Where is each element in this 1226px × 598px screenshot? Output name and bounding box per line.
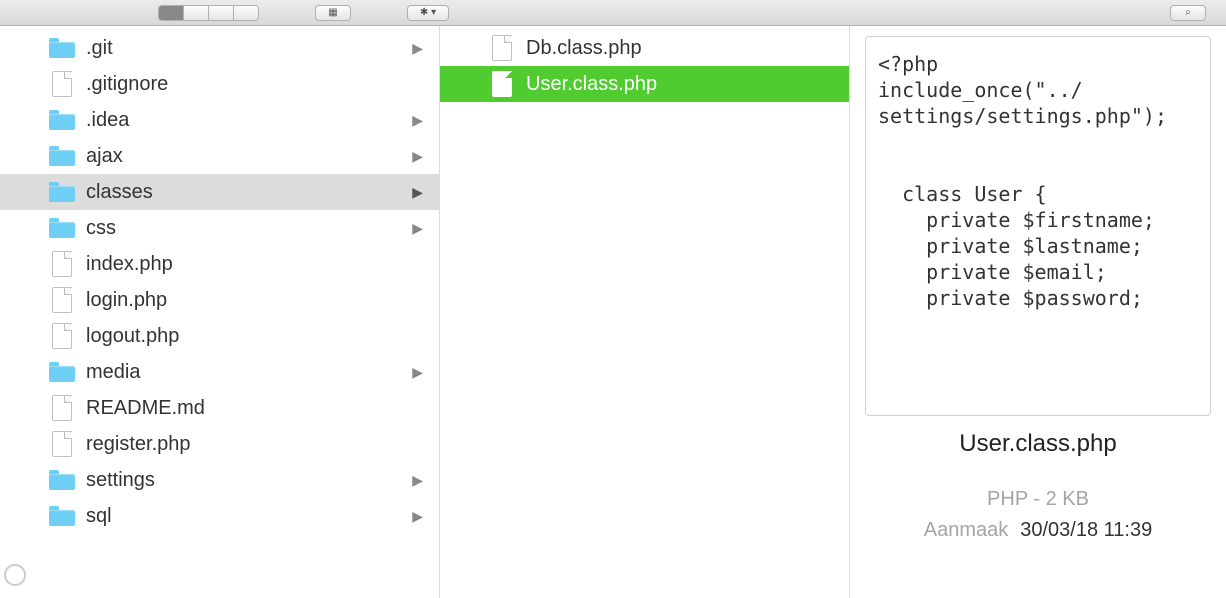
main-area: .git ▶ .gitignore .idea ▶ ajax ▶ classes ▶ css ▶ in… (0, 26, 1226, 598)
view-icons-btn[interactable] (209, 6, 233, 20)
list-item[interactable]: login.php (0, 282, 439, 318)
item-label: ajax (86, 145, 123, 168)
folder-icon (49, 182, 75, 202)
list-item[interactable]: .gitignore (0, 66, 439, 102)
file-icon (492, 71, 512, 97)
list-item[interactable]: media ▶ (0, 354, 439, 390)
file-icon (52, 251, 72, 277)
gear-icon: ✱ ▾ (420, 7, 436, 18)
item-label: register.php (86, 433, 191, 456)
item-label: Db.class.php (526, 37, 642, 60)
file-icon (492, 35, 512, 61)
list-item[interactable]: Db.class.php (440, 30, 849, 66)
folder-icon (49, 38, 75, 58)
item-label: settings (86, 469, 155, 492)
list-item[interactable]: index.php (0, 246, 439, 282)
folder-icon (49, 110, 75, 130)
toolbar: ▦ ✱ ▾ ⌕ (0, 0, 1226, 26)
view-list-btn[interactable] (184, 6, 208, 20)
grid-segment: ▦ (315, 5, 351, 21)
search-segment: ⌕ (1170, 5, 1206, 21)
item-label: login.php (86, 289, 167, 312)
list-item[interactable]: sql ▶ (0, 498, 439, 534)
item-label: index.php (86, 253, 173, 276)
chevron-right-icon: ▶ (412, 184, 423, 201)
list-item[interactable]: logout.php (0, 318, 439, 354)
list-item[interactable]: classes ▶ (0, 174, 439, 210)
grid-icon: ▦ (328, 7, 337, 18)
action-segment: ✱ ▾ (407, 5, 449, 21)
list-item[interactable]: README.md (0, 390, 439, 426)
search-btn[interactable]: ⌕ (1171, 6, 1205, 20)
preview-date-label: Aanmaak (924, 519, 1009, 542)
chevron-right-icon: ▶ (412, 364, 423, 381)
list-item[interactable]: css ▶ (0, 210, 439, 246)
list-item[interactable]: User.class.php (440, 66, 849, 102)
item-label: User.class.php (526, 73, 657, 96)
file-icon (52, 71, 72, 97)
chevron-right-icon: ▶ (412, 472, 423, 489)
file-icon (52, 323, 72, 349)
item-label: logout.php (86, 325, 179, 348)
folder-icon (49, 470, 75, 490)
chevron-right-icon: ▶ (412, 220, 423, 237)
list-item[interactable]: register.php (0, 426, 439, 462)
preview-title: User.class.php (865, 430, 1211, 458)
action-btn[interactable]: ✱ ▾ (408, 6, 448, 20)
preview-pane: <?php include_once("../ settings/setting… (850, 26, 1226, 598)
item-label: .idea (86, 109, 129, 132)
folder-icon (49, 146, 75, 166)
item-label: css (86, 217, 116, 240)
file-icon (52, 431, 72, 457)
preview-content: <?php include_once("../ settings/setting… (865, 36, 1211, 416)
preview-date-row: Aanmaak 30/03/18 11:39 (865, 519, 1211, 542)
list-item[interactable]: .idea ▶ (0, 102, 439, 138)
column-2: Db.class.php User.class.php (440, 26, 850, 598)
file-icon (52, 287, 72, 313)
chevron-right-icon: ▶ (412, 112, 423, 129)
column-1: .git ▶ .gitignore .idea ▶ ajax ▶ classes ▶ css ▶ in… (0, 26, 440, 598)
item-label: .gitignore (86, 73, 168, 96)
preview-date-value: 30/03/18 11:39 (1020, 519, 1152, 542)
view-gallery-btn[interactable] (234, 6, 258, 20)
preview-meta: PHP - 2 KB (865, 488, 1211, 511)
chevron-right-icon: ▶ (412, 508, 423, 525)
list-item[interactable]: ajax ▶ (0, 138, 439, 174)
folder-icon (49, 218, 75, 238)
grid-btn[interactable]: ▦ (316, 6, 350, 20)
chevron-right-icon: ▶ (412, 40, 423, 57)
list-item[interactable]: .git ▶ (0, 30, 439, 66)
item-label: .git (86, 37, 113, 60)
list-item[interactable]: settings ▶ (0, 462, 439, 498)
item-label: classes (86, 181, 153, 204)
search-icon: ⌕ (1185, 7, 1191, 18)
scroll-indicator (4, 564, 26, 586)
item-label: sql (86, 505, 112, 528)
folder-icon (49, 506, 75, 526)
folder-icon (49, 362, 75, 382)
view-columns-btn[interactable] (159, 6, 183, 20)
item-label: README.md (86, 397, 205, 420)
chevron-right-icon: ▶ (412, 148, 423, 165)
item-label: media (86, 361, 140, 384)
view-mode-segment (158, 5, 259, 21)
file-icon (52, 395, 72, 421)
